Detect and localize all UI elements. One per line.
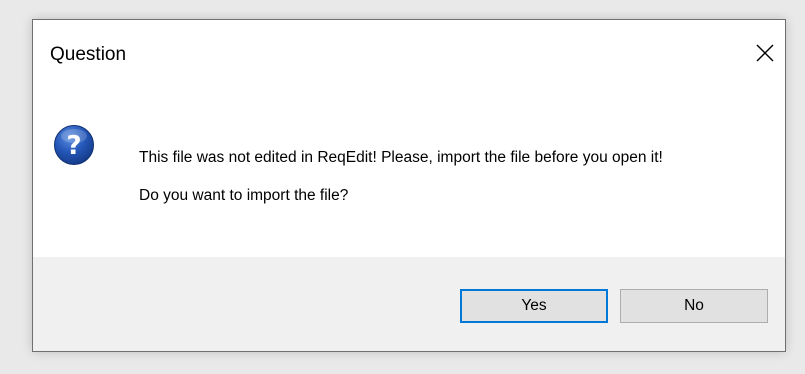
svg-text:?: ? <box>66 131 81 161</box>
close-button[interactable] <box>745 34 785 70</box>
close-icon <box>756 44 774 62</box>
no-button[interactable]: No <box>620 289 768 323</box>
dialog-title: Question <box>50 44 127 65</box>
message-question: Do you want to import the file? <box>139 187 349 204</box>
question-dialog: Question ? This file was not edited in R… <box>32 19 786 352</box>
dialog-titlebar[interactable]: Question <box>33 20 785 90</box>
dialog-message: This file was not edited in ReqEdit! Ple… <box>139 148 769 206</box>
button-bar: Yes No <box>33 257 785 351</box>
question-icon: ? <box>53 124 95 166</box>
message-text: This file was not edited in ReqEdit! Ple… <box>139 149 663 166</box>
yes-button[interactable]: Yes <box>460 289 608 323</box>
